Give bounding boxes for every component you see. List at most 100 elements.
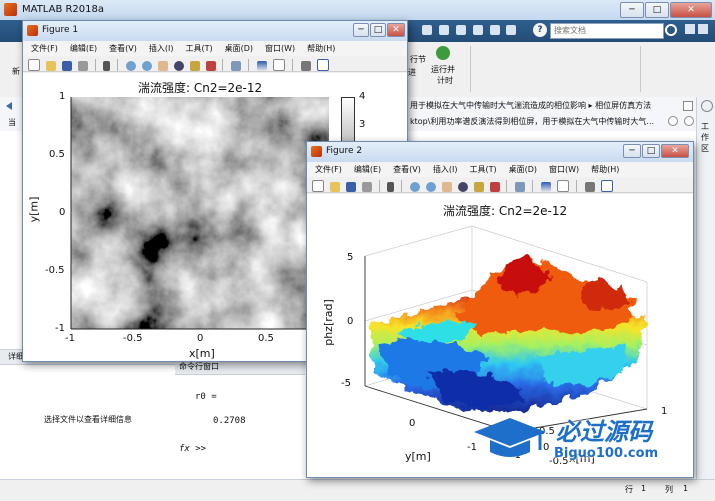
y-tick-label: 0.5 [49, 149, 65, 160]
new-figure-icon[interactable] [28, 59, 40, 71]
link-plot-icon[interactable] [231, 61, 242, 71]
menu-tools[interactable]: 工具(T) [469, 162, 496, 177]
figure-1-close-button[interactable]: ✕ [387, 23, 405, 37]
legend-icon[interactable] [272, 59, 285, 71]
data-cursor-icon[interactable] [473, 182, 484, 192]
menu-view[interactable]: 查看(V) [109, 41, 137, 56]
status-col-value: 1 [683, 484, 689, 493]
side-panel-icon[interactable] [701, 100, 713, 112]
save-icon[interactable] [345, 182, 356, 192]
editor-tab-close-icon[interactable] [668, 116, 678, 126]
command-window[interactable]: 命令行窗口 r0 = 0.2708 fx >> [175, 349, 305, 480]
help-icon[interactable]: ? [533, 23, 547, 37]
paste-icon[interactable] [472, 25, 483, 35]
figure-2-minimize-button[interactable]: ─ [623, 144, 641, 158]
rotate-3d-icon[interactable] [173, 61, 184, 71]
figure-2-title-bar[interactable]: Figure 2 ─ □ ✕ [307, 142, 693, 162]
search-icon[interactable] [665, 24, 677, 36]
menu-desktop[interactable]: 桌面(D) [509, 162, 537, 177]
figure-2-maximize-button[interactable]: □ [642, 144, 660, 158]
zoom-out-icon[interactable] [426, 182, 436, 192]
editor-tab-path[interactable]: ktop\利用功率谱反演法得到相位屏，用于模拟在大气中传输时大气... [410, 116, 654, 127]
print-icon[interactable] [361, 182, 372, 192]
menu-window[interactable]: 窗口(W) [265, 41, 295, 56]
show-plot-tools-icon[interactable] [600, 180, 613, 192]
x-tick-label: 0.5 [258, 333, 274, 344]
zoom-in-icon[interactable] [126, 61, 137, 71]
open-file-icon[interactable] [45, 61, 56, 71]
link-plot-icon[interactable] [515, 182, 526, 192]
status-bar: 行 1 列 1 [0, 479, 715, 501]
colorbar-icon[interactable] [257, 61, 267, 71]
watermark-url: Biguo100.com [554, 446, 659, 461]
menu-desktop[interactable]: 桌面(D) [225, 41, 253, 56]
menu-help[interactable]: 帮助(H) [591, 162, 619, 177]
menu-tools[interactable]: 工具(T) [185, 41, 212, 56]
toolbar-separator [291, 59, 293, 71]
show-plot-tools-icon[interactable] [316, 59, 329, 71]
data-cursor-icon[interactable] [189, 61, 200, 71]
figure-2-close-button[interactable]: ✕ [661, 144, 689, 158]
figure-1-title-bar[interactable]: Figure 1 ─ □ ✕ [23, 21, 407, 41]
cut-icon[interactable] [438, 25, 449, 35]
undo-icon[interactable] [489, 25, 500, 35]
redo-icon[interactable] [506, 25, 517, 35]
rotate-3d-icon[interactable] [457, 182, 468, 192]
notifications-icon[interactable] [698, 24, 708, 34]
expand-toolstrip-icon[interactable] [685, 24, 695, 34]
new-figure-icon[interactable] [312, 180, 324, 192]
status-row-label: 行 [625, 485, 633, 494]
menu-insert[interactable]: 插入(I) [433, 162, 458, 177]
zoom-in-icon[interactable] [410, 182, 421, 192]
y-tick-label: 0 [409, 418, 416, 429]
menu-edit[interactable]: 编辑(E) [70, 41, 97, 56]
z-tick-label: 0 [347, 316, 354, 327]
open-file-icon[interactable] [329, 182, 340, 192]
zoom-out-icon[interactable] [142, 61, 152, 71]
print-icon[interactable] [77, 61, 88, 71]
menu-file[interactable]: 文件(F) [315, 162, 342, 177]
pan-hand-icon[interactable] [441, 182, 452, 192]
address-breadcrumb[interactable]: 用于模拟在大气中传输时大气湍流造成的相位影响 ▸ 相位屏仿真方法 [410, 100, 651, 111]
menu-help[interactable]: 帮助(H) [307, 41, 335, 56]
toolbar-separator [248, 59, 250, 71]
back-arrow-icon[interactable] [6, 102, 12, 110]
close-button[interactable]: ✕ [670, 2, 712, 18]
editor-tab-menu-icon[interactable] [684, 116, 694, 126]
minimize-button[interactable]: ─ [620, 2, 644, 18]
figure-1-minimize-button[interactable]: ─ [353, 23, 369, 37]
workspace-side-panel[interactable]: 工作区 [696, 97, 715, 479]
ribbon-new-label[interactable]: 新 [12, 66, 20, 77]
toolbar-separator [401, 180, 403, 192]
search-documentation-input[interactable]: 搜索文档 [550, 23, 664, 39]
save-icon[interactable] [61, 61, 72, 71]
pan-hand-icon[interactable] [157, 61, 168, 71]
address-expand-icon[interactable] [683, 101, 693, 111]
ribbon-run-section-label[interactable]: 行节 [410, 54, 426, 65]
save-icon[interactable] [422, 25, 432, 35]
command-prompt[interactable]: fx >> [179, 444, 206, 454]
colorbar-icon[interactable] [541, 182, 551, 192]
hide-plot-tools-icon[interactable] [584, 182, 595, 192]
figure-1-maximize-button[interactable]: □ [370, 23, 386, 37]
copy-icon[interactable] [455, 25, 466, 35]
maximize-button[interactable]: □ [645, 2, 669, 18]
legend-icon[interactable] [556, 180, 569, 192]
menu-file[interactable]: 文件(F) [31, 41, 58, 56]
ribbon-run-label[interactable]: 进 [408, 67, 416, 78]
run-and-time-icon[interactable] [436, 46, 450, 60]
toolbar-separator [506, 180, 508, 192]
menu-insert[interactable]: 插入(I) [149, 41, 174, 56]
menu-window[interactable]: 窗口(W) [549, 162, 579, 177]
menu-edit[interactable]: 编辑(E) [354, 162, 381, 177]
pointer-icon[interactable] [387, 182, 395, 192]
run-and-time-label-line2[interactable]: 计时 [437, 75, 453, 86]
run-and-time-label-line1[interactable]: 运行并 [431, 64, 455, 75]
pointer-icon[interactable] [103, 61, 111, 71]
hide-plot-tools-icon[interactable] [300, 61, 311, 71]
current-folder-tab-label[interactable]: 当 [8, 117, 16, 128]
brush-icon[interactable] [489, 182, 500, 192]
y-tick-label: 0 [59, 207, 66, 218]
menu-view[interactable]: 查看(V) [393, 162, 421, 177]
brush-icon[interactable] [205, 61, 216, 71]
